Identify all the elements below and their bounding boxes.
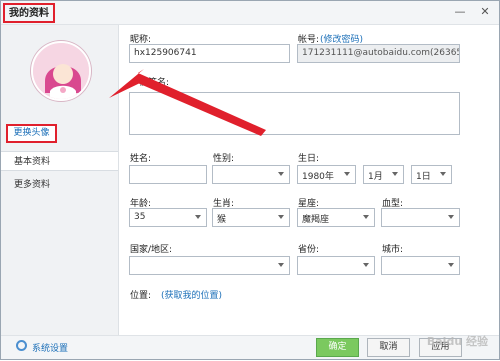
country-label: 国家/地区: <box>130 245 173 255</box>
location-label: 位置: <box>130 291 152 301</box>
system-settings-label: 系统设置 <box>32 344 69 354</box>
country-select[interactable] <box>129 256 290 275</box>
chevron-down-icon <box>448 263 454 267</box>
birth-day-value: 1日 <box>416 172 431 182</box>
user-avatar-icon[interactable] <box>31 41 91 101</box>
province-label: 省份: <box>298 245 320 255</box>
birth-month-value: 1月 <box>368 172 383 182</box>
close-icon[interactable]: ✕ <box>475 4 495 21</box>
birth-year-select[interactable]: 1980年 <box>297 165 356 184</box>
chevron-down-icon <box>278 263 284 267</box>
signature-label: 个性签名: <box>130 78 170 88</box>
chevron-down-icon <box>278 172 284 176</box>
avatar-illustration <box>33 43 89 99</box>
left-panel: 更换头像 基本资料 更多资料 <box>1 25 119 335</box>
account-field: 171231111@autobaidu.com(2636564) <box>297 44 460 63</box>
get-location-link[interactable]: (获取我的位置) <box>161 288 222 301</box>
chevron-down-icon <box>278 215 284 219</box>
watermark-text: Baidu 经验 <box>426 335 488 348</box>
chevron-down-icon <box>392 172 398 176</box>
chevron-down-icon <box>363 215 369 219</box>
ok-button[interactable]: 确定 <box>316 338 359 357</box>
system-settings-button[interactable]: 系统设置 <box>16 340 69 354</box>
province-select[interactable] <box>297 256 375 275</box>
gear-icon <box>16 340 27 351</box>
name-input[interactable] <box>129 165 207 184</box>
birth-year-value: 1980年 <box>302 172 334 182</box>
chevron-down-icon <box>344 172 350 176</box>
title-bar: 我的资料 — ✕ <box>1 1 499 25</box>
star-sign-value: 魔羯座 <box>302 215 330 225</box>
age-value: 35 <box>134 212 146 222</box>
star-sign-select[interactable]: 魔羯座 <box>297 208 375 227</box>
nav-basic-profile[interactable]: 基本资料 <box>1 151 118 171</box>
birth-day-select[interactable]: 1日 <box>411 165 452 184</box>
birthday-label: 生日: <box>298 154 320 164</box>
window-title: 我的资料 <box>3 3 55 23</box>
gender-label: 性别: <box>213 154 235 164</box>
chevron-down-icon <box>195 215 201 219</box>
chevron-down-icon <box>363 263 369 267</box>
birth-month-select[interactable]: 1月 <box>363 165 404 184</box>
age-select[interactable]: 35 <box>129 208 207 227</box>
minimize-icon[interactable]: — <box>450 4 470 21</box>
zodiac-select[interactable]: 猴 <box>212 208 290 227</box>
cancel-button[interactable]: 取消 <box>367 338 410 357</box>
name-label: 姓名: <box>130 154 152 164</box>
signature-textarea[interactable] <box>129 92 460 135</box>
gender-select[interactable] <box>212 165 290 184</box>
footer-bar: 系统设置 确定 取消 应用 <box>1 335 499 359</box>
change-avatar-link[interactable]: 更换头像 <box>6 124 57 143</box>
nav-more-profile[interactable]: 更多资料 <box>1 175 118 195</box>
chevron-down-icon <box>448 215 454 219</box>
city-select[interactable] <box>381 256 460 275</box>
blood-type-select[interactable] <box>381 208 460 227</box>
zodiac-value: 猴 <box>217 215 227 225</box>
profile-window: 我的资料 — ✕ 更换头像 基本资料 更多资料 昵称: hx125906741 … <box>0 0 500 360</box>
chevron-down-icon <box>440 172 446 176</box>
nickname-input[interactable]: hx125906741 <box>129 44 290 63</box>
city-label: 城市: <box>382 245 404 255</box>
